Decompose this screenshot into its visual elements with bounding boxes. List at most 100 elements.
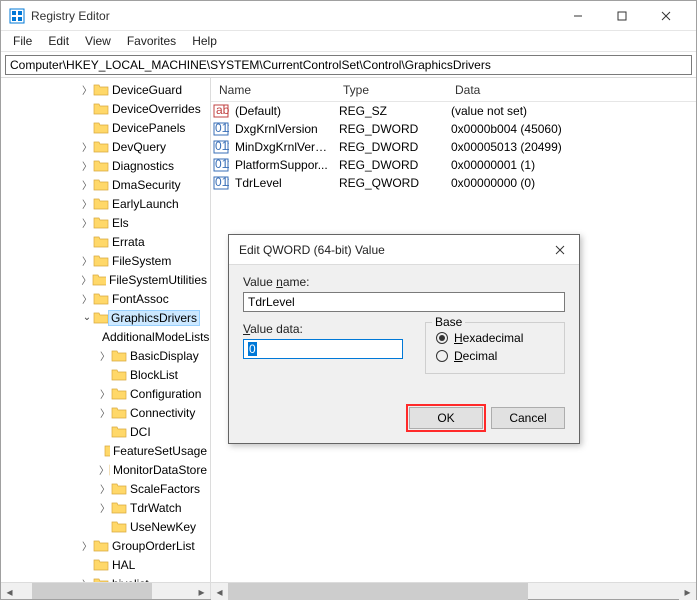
scroll-track[interactable] xyxy=(228,583,679,599)
maximize-button[interactable] xyxy=(600,1,644,30)
list-hscroll[interactable]: ◂ ▸ xyxy=(211,582,696,599)
expand-arrow-icon[interactable]: 〉 xyxy=(81,538,93,553)
tree-item[interactable]: AdditionalModeLists xyxy=(1,327,210,346)
expand-arrow-icon[interactable]: 〉 xyxy=(81,272,92,287)
tree-item[interactable]: 〉FileSystem xyxy=(1,251,210,270)
tree-item[interactable]: 〉GroupOrderList xyxy=(1,536,210,555)
list-row[interactable]: 011PlatformSuppor...REG_DWORD0x00000001 … xyxy=(211,156,696,174)
list-row[interactable]: 011DxgKrnlVersionREG_DWORD0x0000b004 (45… xyxy=(211,120,696,138)
tree-item[interactable]: 〉ScaleFactors xyxy=(1,479,210,498)
menu-favorites[interactable]: Favorites xyxy=(119,32,184,50)
cancel-button[interactable]: Cancel xyxy=(491,407,565,429)
tree-item[interactable]: FeatureSetUsage xyxy=(1,441,210,460)
tree-item-label: Diagnostics xyxy=(109,159,177,173)
valuename-label: Value name: xyxy=(243,275,565,289)
tree-item[interactable]: 〉 Diagnostics xyxy=(1,156,210,175)
scroll-right-button[interactable]: ▸ xyxy=(679,583,696,600)
tree-item[interactable]: DeviceOverrides xyxy=(1,99,210,118)
folder-icon xyxy=(93,120,109,136)
tree-item[interactable]: Errata xyxy=(1,232,210,251)
ok-button[interactable]: OK xyxy=(409,407,483,429)
tree-item[interactable]: UseNewKey xyxy=(1,517,210,536)
expand-arrow-icon[interactable]: 〉 xyxy=(99,462,109,477)
tree-item[interactable]: 〉TdrWatch xyxy=(1,498,210,517)
cell-data: 0x0000b004 (45060) xyxy=(447,122,696,136)
scroll-right-button[interactable]: ▸ xyxy=(193,583,210,599)
tree-item-label: EarlyLaunch xyxy=(109,197,182,211)
numeric-value-icon: 011 xyxy=(213,157,229,173)
scroll-left-button[interactable]: ◂ xyxy=(1,583,18,599)
expand-arrow-icon[interactable]: 〉 xyxy=(81,196,93,211)
tree-item[interactable]: 〉FileSystemUtilities xyxy=(1,270,210,289)
expand-arrow-icon[interactable]: 〉 xyxy=(81,158,93,173)
tree-item[interactable]: DevicePanels xyxy=(1,118,210,137)
tree-item[interactable]: 〉 DmaSecurity xyxy=(1,175,210,194)
expand-arrow-icon[interactable]: 〉 xyxy=(81,215,93,230)
folder-icon xyxy=(93,234,109,250)
folder-icon xyxy=(111,405,127,421)
valuedata-input[interactable]: 0 xyxy=(243,339,403,359)
expand-arrow-icon[interactable]: 〉 xyxy=(81,291,93,306)
tree-item[interactable]: BlockList xyxy=(1,365,210,384)
scroll-track[interactable] xyxy=(18,583,193,599)
expand-arrow-icon[interactable]: 〉 xyxy=(99,481,111,496)
tree-item[interactable]: 〉 Connectivity xyxy=(1,403,210,422)
expand-arrow-icon[interactable]: 〉 xyxy=(99,500,111,515)
tree-item[interactable]: 〉Configuration xyxy=(1,384,210,403)
tree-item[interactable]: 〉BasicDisplay xyxy=(1,346,210,365)
registry-tree[interactable]: 〉DeviceGuardDeviceOverrides DevicePanels 〉… xyxy=(1,78,210,582)
tree-item-label: Connectivity xyxy=(127,406,198,420)
tree-item-label: HAL xyxy=(109,558,138,572)
valuename-field[interactable]: TdrLevel xyxy=(243,292,565,312)
column-data[interactable]: Data xyxy=(447,83,696,97)
tree-item[interactable]: DCI xyxy=(1,422,210,441)
radio-hexadecimal[interactable]: Hexadecimal xyxy=(436,329,554,347)
tree-item[interactable]: 〉FontAssoc xyxy=(1,289,210,308)
scroll-left-button[interactable]: ◂ xyxy=(211,583,228,600)
tree-item-label: DmaSecurity xyxy=(109,178,184,192)
radio-decimal[interactable]: Decimal xyxy=(436,347,554,365)
expand-arrow-icon[interactable]: 〉 xyxy=(81,253,93,268)
expand-arrow-icon[interactable]: ⌄ xyxy=(81,312,93,323)
menu-help[interactable]: Help xyxy=(184,32,225,50)
tree-item[interactable]: 〉 EarlyLaunch xyxy=(1,194,210,213)
close-button[interactable] xyxy=(644,1,688,30)
numeric-value-icon: 011 xyxy=(213,139,229,155)
column-name[interactable]: Name xyxy=(211,83,335,97)
tree-item[interactable]: 〉hivelist xyxy=(1,574,210,582)
expand-arrow-icon[interactable]: 〉 xyxy=(81,177,93,192)
tree-item[interactable]: 〉DeviceGuard xyxy=(1,80,210,99)
scroll-thumb[interactable] xyxy=(32,583,152,599)
list-row[interactable]: ab(Default)REG_SZ(value not set) xyxy=(211,102,696,120)
tree-item-label: DevicePanels xyxy=(109,121,188,135)
tree-hscroll[interactable]: ◂ ▸ xyxy=(1,582,210,599)
expand-arrow-icon[interactable]: 〉 xyxy=(81,82,93,97)
folder-icon xyxy=(111,519,127,535)
expand-arrow-icon[interactable]: 〉 xyxy=(99,405,111,420)
tree-item[interactable]: 〉DevQuery xyxy=(1,137,210,156)
expand-arrow-icon[interactable]: 〉 xyxy=(99,348,111,363)
tree-item[interactable]: ⌄GraphicsDrivers xyxy=(1,308,210,327)
address-input[interactable]: Computer\HKEY_LOCAL_MACHINE\SYSTEM\Curre… xyxy=(5,55,692,75)
menu-file[interactable]: File xyxy=(5,32,40,50)
regedit-icon xyxy=(9,8,25,24)
minimize-button[interactable] xyxy=(556,1,600,30)
tree-item-label: UseNewKey xyxy=(127,520,199,534)
close-icon xyxy=(661,11,671,21)
list-header: Name Type Data xyxy=(211,78,696,102)
column-type[interactable]: Type xyxy=(335,83,447,97)
folder-icon xyxy=(111,424,127,440)
menu-view[interactable]: View xyxy=(77,32,119,50)
expand-arrow-icon[interactable]: 〉 xyxy=(99,386,111,401)
tree-item[interactable]: HAL xyxy=(1,555,210,574)
expand-arrow-icon[interactable]: 〉 xyxy=(81,139,93,154)
dialog-close-button[interactable] xyxy=(541,235,579,264)
tree-item[interactable]: 〉Els xyxy=(1,213,210,232)
tree-item[interactable]: 〉MonitorDataStore xyxy=(1,460,210,479)
list-row[interactable]: 011TdrLevelREG_QWORD0x00000000 (0) xyxy=(211,174,696,192)
base-group: Base Hexadecimal Decimal xyxy=(425,322,565,374)
menu-edit[interactable]: Edit xyxy=(40,32,77,50)
list-row[interactable]: 011MinDxgKrnlVersi...REG_DWORD0x00005013… xyxy=(211,138,696,156)
close-icon xyxy=(555,245,565,255)
scroll-thumb[interactable] xyxy=(228,583,528,600)
